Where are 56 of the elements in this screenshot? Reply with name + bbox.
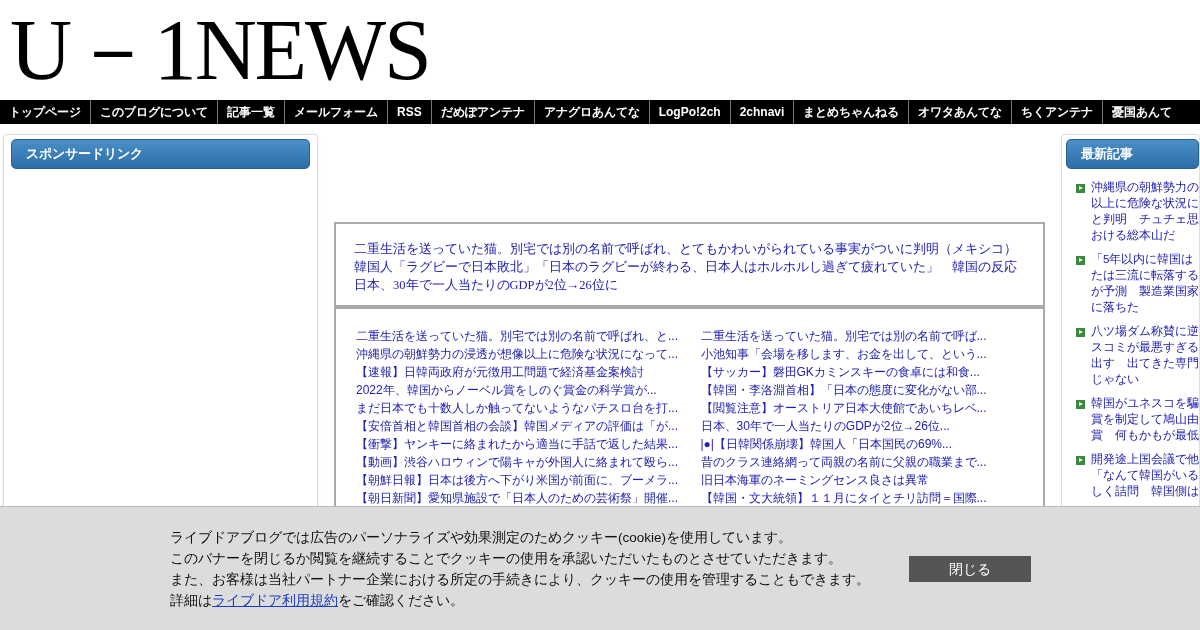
nav-link[interactable]: LogPo!2ch [648, 100, 730, 124]
article-link[interactable]: 日本、30年で一人当たりのGDPが2位→26位に [354, 276, 618, 294]
bullet-icon [1076, 455, 1085, 465]
cookie-notice-text: ライブドアブログでは広告のパーソナライズや効果測定のためクッキー(cookie)を使用しています。 [170, 529, 792, 547]
nav-link[interactable]: まとめちゃんねる [793, 100, 909, 124]
nav-link[interactable]: 記事一覧 [217, 100, 284, 124]
article-link[interactable]: 二重生活を送っていた猫。別宅では別の名前で呼ばれ、と... [356, 327, 678, 345]
article-link[interactable]: 【韓国・文大統領】１１月にタイとチリ訪問＝国際... [700, 489, 987, 507]
cookie-notice-text: また、お客様は当社パートナー企業における所定の手続きにより、クッキーの使用を管理することもできます。 [170, 571, 870, 589]
cookie-notice-text: をご確認ください。 [338, 592, 464, 610]
nav-link[interactable]: オワタあんてな [908, 100, 1012, 124]
terms-link[interactable]: ライブドア利用規約 [212, 590, 338, 611]
article-link[interactable]: 【サッカー】磐田GKカミンスキーの食卓には和食... [700, 363, 980, 381]
article-link[interactable]: 沖縄県の朝鮮勢力の 以上に危険な状況に と判明 チュチェ思 おける総本山だ [1091, 178, 1199, 243]
bullet-icon [1076, 255, 1085, 265]
bullet-icon [1076, 399, 1085, 409]
close-button[interactable]: 閉じる [909, 556, 1031, 582]
article-link[interactable]: |●|【日韓関係崩壊】韓国人「日本国民の69%... [700, 435, 952, 453]
article-link[interactable]: 昔のクラス連絡網って両親の名前に父親の職業まで... [700, 453, 987, 471]
article-link[interactable]: 【速報】日韓両政府が元徴用工問題で経済基金案検討 [356, 363, 644, 381]
nav-link[interactable]: だめぽアンテナ [430, 100, 534, 124]
article-link[interactable]: 【朝鮮日報】日本は後方へ下がり米国が前面に、ブーメラ... [356, 471, 678, 489]
article-link[interactable]: 【閲覧注意】オーストリア日本大使館であいちレベ... [700, 399, 987, 417]
article-link[interactable]: 韓国人「ラグビーで日本敗北」「日本のラグビーが終わる、日本人はホルホルし過ぎて疲れていた」 韓国の反応 [354, 258, 1017, 276]
article-link[interactable]: 旧日本海軍のネーミングセンス良さは異常 [700, 471, 929, 489]
site-logo[interactable]: U－1NEWS [10, 7, 430, 93]
article-link[interactable]: 【安倍首相と韓国首相の会談】韓国メディアの評価は「が... [356, 417, 678, 435]
nav-link[interactable]: アナグロあんてな [533, 100, 649, 124]
article-link[interactable]: 【動画】渋谷ハロウィンで陽キャが外国人に絡まれて殴ら... [356, 453, 678, 471]
article-link[interactable]: 二重生活を送っていた猫。別宅では別の名前で呼ば... [700, 327, 987, 345]
sidebar-heading: 最新記事 [1066, 139, 1199, 169]
nav-link[interactable]: 2chnavi [729, 100, 794, 124]
article-link[interactable]: 日本、30年で一人当たりのGDPが2位→26位... [700, 417, 950, 435]
article-link[interactable]: 開発途上国会議で他 「なんて韓国がいる しく詰問 韓国側は [1091, 450, 1199, 499]
article-link[interactable]: 【朝日新聞】愛知県施設で「日本人のための芸術祭」開催... [356, 489, 678, 507]
article-link[interactable]: 小池知事「会場を移します、お金を出して、という... [700, 345, 987, 363]
nav-link[interactable]: 憂国あんて [1102, 100, 1182, 124]
article-link[interactable]: 沖縄県の朝鮮勢力の浸透が想像以上に危険な状況になって... [356, 345, 678, 363]
article-link[interactable]: 韓国がユネスコを騙 賞を制定して鳩山由 賞 何もかもが最低 [1091, 394, 1199, 443]
sidebar-heading: スポンサードリンク [11, 139, 310, 169]
nav-link[interactable]: RSS [387, 100, 431, 124]
article-link[interactable]: 【衝撃】ヤンキーに絡まれたから適当に手話で返した結果... [356, 435, 678, 453]
cookie-notice-text: 詳細は [170, 592, 212, 610]
article-link[interactable]: 八ツ場ダム称賛に逆 スコミが最悪すぎる 出す 出てきた専門 じゃない [1091, 322, 1199, 387]
article-link[interactable]: 二重生活を送っていた猫。別宅では別の名前で呼ばれ、とてもかわいがられている事実がついに判明（メキシコ） [354, 240, 1017, 258]
nav-link[interactable]: トップページ [0, 100, 90, 124]
article-link[interactable]: 【韓国・李洛淵首相】「日本の態度に変化がない部... [700, 381, 987, 399]
bullet-icon [1076, 327, 1085, 337]
cookie-notice-text: このバナーを閉じるか閲覧を継続することでクッキーの使用を承認いただいたものとさせていただきます。 [170, 550, 842, 568]
article-link[interactable]: 「5年以内に韓国は たは三流に転落する が予測 製造業国家 に落ちた [1091, 250, 1199, 315]
article-link[interactable]: まだ日本でも十数人しか触ってないようなパチスロ台を打... [356, 399, 678, 417]
nav-link[interactable]: ちくアンテナ [1011, 100, 1103, 124]
nav-link[interactable]: メールフォーム [284, 100, 387, 124]
nav-link[interactable]: このブログについて [90, 100, 217, 124]
article-link[interactable]: 2022年、韓国からノーベル賞をしのぐ賞金の科学賞が... [356, 381, 657, 399]
bullet-icon [1076, 183, 1085, 193]
